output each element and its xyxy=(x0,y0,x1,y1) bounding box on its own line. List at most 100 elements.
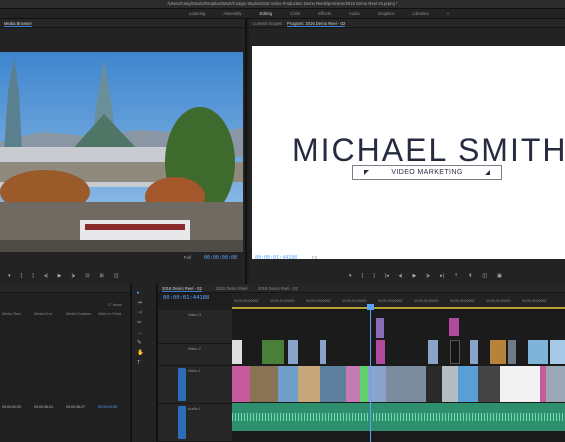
video-clip[interactable] xyxy=(232,340,242,364)
out-point-icon[interactable]: } xyxy=(32,273,34,279)
export-frame-icon[interactable]: ◫ xyxy=(482,273,487,279)
export-frame-icon[interactable]: ◫ xyxy=(114,273,119,279)
video-clip[interactable] xyxy=(320,340,326,364)
video-clip[interactable] xyxy=(298,366,320,402)
column-media-duration[interactable]: Media Duration xyxy=(64,312,96,318)
video-clip[interactable] xyxy=(386,366,426,402)
tab-timeline-demo-reel[interactable]: 2016 Demo Reel xyxy=(216,286,247,291)
play-icon[interactable]: ▶ xyxy=(412,273,416,279)
workspace-tab-effects[interactable]: Effects xyxy=(309,11,340,16)
step-forward-icon[interactable]: |▸ xyxy=(72,273,76,279)
video-clip[interactable] xyxy=(450,340,460,364)
video-clip[interactable] xyxy=(376,318,384,338)
column-media-end[interactable]: Media End xyxy=(32,312,64,318)
compare-icon[interactable]: ▣ xyxy=(497,273,502,279)
video-clip[interactable] xyxy=(470,340,478,364)
video-clip[interactable] xyxy=(442,366,458,402)
step-back-icon[interactable]: ◂| xyxy=(44,273,48,279)
overwrite-icon[interactable]: ⊞ xyxy=(100,273,104,279)
track-target-toggle[interactable] xyxy=(178,406,186,439)
video-clip[interactable] xyxy=(458,366,478,402)
lift-icon[interactable]: ⇡ xyxy=(454,273,458,279)
type-tool-icon[interactable]: T xyxy=(137,360,144,366)
item-count: 17 Items xyxy=(107,303,122,307)
ripple-edit-tool-icon[interactable]: ⊣ xyxy=(137,310,144,316)
workspace-tab-learning[interactable]: Learning xyxy=(180,11,214,16)
track-label: Video 2 xyxy=(188,347,201,351)
program-panel-header: Lumetri Scopes Program: 2016 Demo Reel -… xyxy=(249,19,565,28)
cell-media-start: 00;00;00;00 xyxy=(2,405,21,409)
workspace-tab-graphics[interactable]: Graphics xyxy=(369,11,404,16)
program-fit-select[interactable]: Fit xyxy=(312,255,317,260)
video-clip[interactable] xyxy=(528,340,548,364)
video-clip[interactable] xyxy=(320,366,346,402)
video-clip[interactable] xyxy=(490,340,506,364)
out-point-icon[interactable]: } xyxy=(373,273,375,279)
workspace-overflow-button[interactable]: » xyxy=(438,11,458,16)
column-video-in-point[interactable]: Video In Point xyxy=(96,312,128,318)
workspace-tab-libraries[interactable]: Libraries xyxy=(404,11,438,16)
video-clip[interactable] xyxy=(428,340,438,364)
go-to-in-icon[interactable]: |◂ xyxy=(385,273,389,279)
video-clip[interactable] xyxy=(546,366,565,402)
workspace-tab-editing[interactable]: Editing xyxy=(250,11,281,16)
video-clip[interactable] xyxy=(426,366,442,402)
playhead-line[interactable] xyxy=(370,310,371,442)
workspace-tab-assembly[interactable]: Assembly xyxy=(214,11,250,16)
track-target-toggle[interactable] xyxy=(178,368,186,401)
insert-icon[interactable]: ⊡ xyxy=(85,273,89,279)
track-header-video-3[interactable]: Video 3 xyxy=(158,310,232,344)
source-zoom-select[interactable]: Full xyxy=(184,255,191,260)
video-clip[interactable] xyxy=(376,340,385,364)
track-header-video-1[interactable]: Video 1 xyxy=(158,366,232,404)
ruler-tick: 00;00;40;00000 xyxy=(486,299,511,303)
hand-tool-icon[interactable]: ✋ xyxy=(137,350,144,356)
timeline-tracks-area[interactable] xyxy=(232,310,565,442)
audio-clip[interactable] xyxy=(232,403,565,431)
video-clip[interactable] xyxy=(500,366,540,402)
video-clip[interactable] xyxy=(508,340,516,364)
razor-tool-icon[interactable]: ✂ xyxy=(137,320,144,326)
marker-icon[interactable]: ▾ xyxy=(8,273,11,279)
video-clip[interactable] xyxy=(262,340,284,364)
tab-timeline-02[interactable]: 2016 Demo Reel - 02 xyxy=(162,286,202,292)
video-clip[interactable] xyxy=(478,366,500,402)
pen-tool-icon[interactable]: ✎ xyxy=(137,340,144,346)
track-select-tool-icon[interactable]: ⇥ xyxy=(137,300,144,306)
workspace-tab-color[interactable]: Color xyxy=(281,11,309,16)
video-clip[interactable] xyxy=(550,340,565,364)
step-forward-icon[interactable]: |▸ xyxy=(426,273,430,279)
video-clip[interactable] xyxy=(232,366,250,402)
video-clip[interactable] xyxy=(278,366,298,402)
track-header-audio-1[interactable]: Audio 1 xyxy=(158,404,232,442)
window-title: /Users/Craig/Studio/Dropbox/Work/Craigio… xyxy=(167,1,398,6)
timeline-tabs: 2016 Demo Reel - 02 2016 Demo Reel 2016 … xyxy=(158,284,565,293)
in-point-icon[interactable]: { xyxy=(362,273,364,279)
go-to-out-icon[interactable]: ▸| xyxy=(440,273,444,279)
in-point-icon[interactable]: { xyxy=(21,273,23,279)
work-area-bar[interactable] xyxy=(232,307,565,309)
tab-timeline-02b[interactable]: 2016 Demo Reel - 02 xyxy=(258,286,298,291)
workspace-tab-audio[interactable]: Audio xyxy=(340,11,369,16)
ruler-tick: 00;00;35;00000 xyxy=(450,299,475,303)
video-clip[interactable] xyxy=(449,318,459,336)
play-icon[interactable]: ▶ xyxy=(58,273,62,279)
tab-program-monitor[interactable]: Program: 2016 Demo Reel - 02 xyxy=(287,21,346,27)
time-ruler[interactable]: 00;00;05;00000 00;00;10;00000 00;00;15;0… xyxy=(232,293,565,310)
step-back-icon[interactable]: ◂| xyxy=(399,273,403,279)
track-header-video-2[interactable]: Video 2 xyxy=(158,344,232,366)
tab-media-browser[interactable]: Media Browser xyxy=(4,21,32,27)
video-clip[interactable] xyxy=(288,340,298,364)
slip-tool-icon[interactable]: ↔ xyxy=(137,330,144,336)
table-row[interactable]: 00;00;00;00 00;00;06;24 00;00;06;27 00;0… xyxy=(0,405,130,409)
selection-tool-icon[interactable]: ▸ xyxy=(137,290,144,296)
ruler-tick: 00;00;05;00000 xyxy=(234,299,259,303)
column-media-start[interactable]: Media Start xyxy=(0,312,32,318)
extract-icon[interactable]: ⇞ xyxy=(468,273,472,279)
marker-icon[interactable]: ▾ xyxy=(349,273,352,279)
timeline-panel: 2016 Demo Reel - 02 2016 Demo Reel 2016 … xyxy=(158,284,565,442)
tab-lumetri-scopes[interactable]: Lumetri Scopes xyxy=(253,21,282,26)
video-clip[interactable] xyxy=(360,366,368,402)
video-clip[interactable] xyxy=(250,366,278,402)
video-clip[interactable] xyxy=(346,366,360,402)
